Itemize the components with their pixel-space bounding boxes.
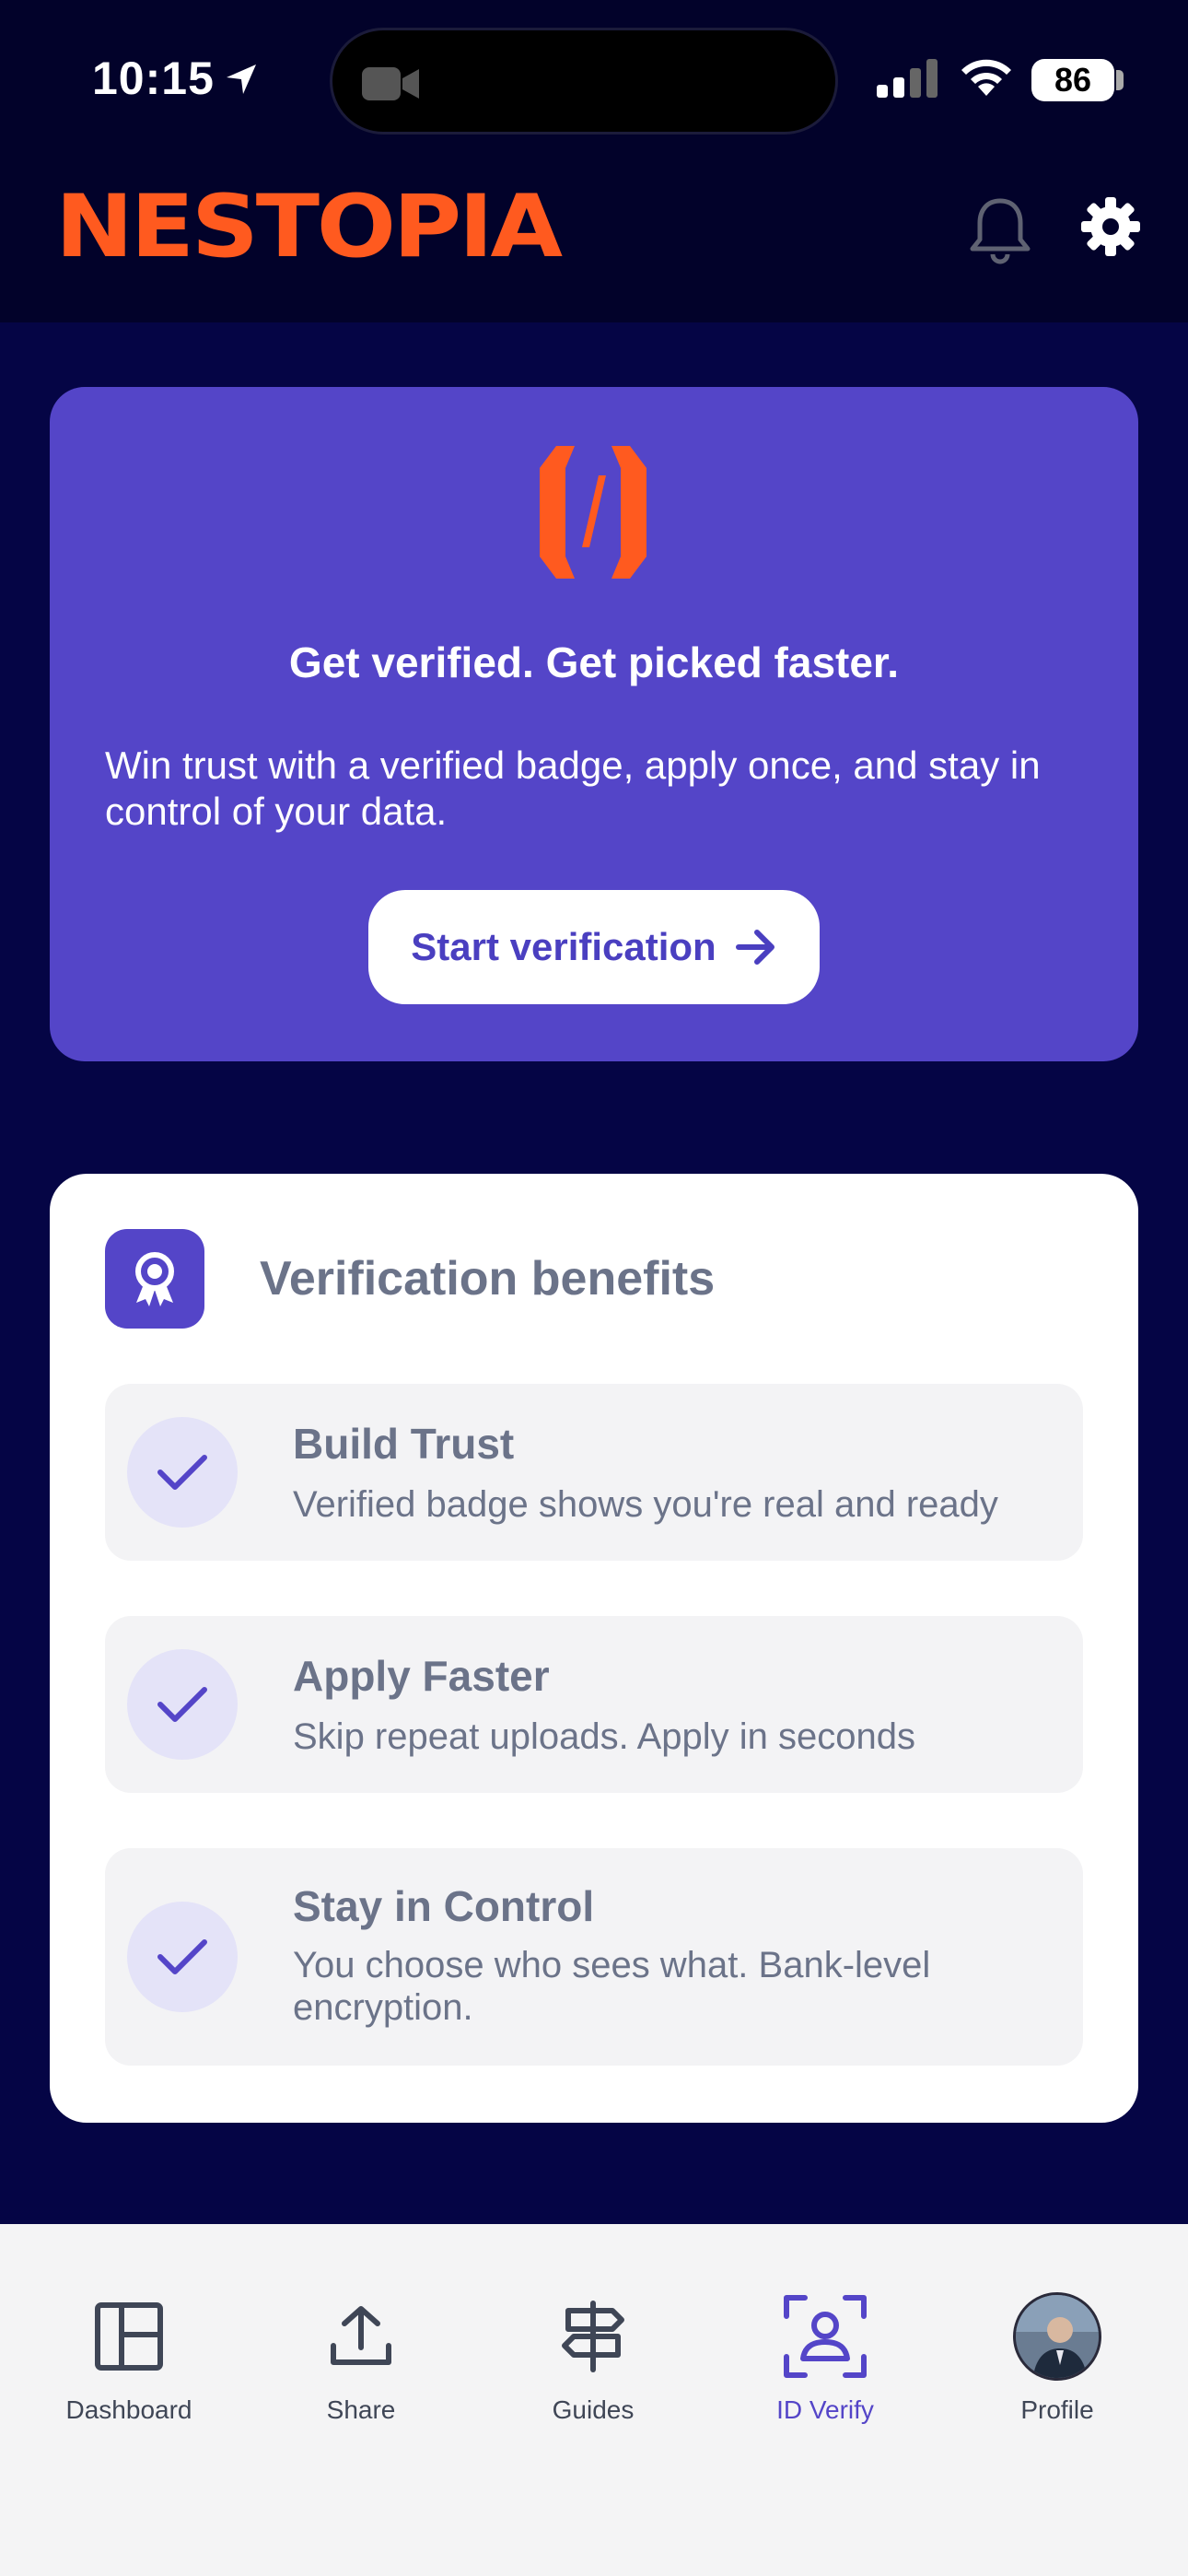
tab-dashboard[interactable]: Dashboard xyxy=(18,2290,239,2425)
brand-mark-icon xyxy=(540,446,646,579)
benefit-item-stay-in-control: Stay in Control You choose who sees what… xyxy=(105,1848,1083,2066)
dashboard-icon xyxy=(95,2302,163,2371)
checkmark-icon xyxy=(157,1939,207,1974)
tab-label: Guides xyxy=(552,2395,635,2424)
bottom-tab-bar: Dashboard Share Guides ID Verify Profile xyxy=(0,2224,1188,2576)
benefit-text: Skip repeat uploads. Apply in seconds xyxy=(293,1716,915,1757)
status-time: 10:15 xyxy=(92,53,215,104)
id-scan-icon xyxy=(784,2295,867,2378)
wifi-icon xyxy=(961,59,1011,96)
tab-share[interactable]: Share xyxy=(250,2290,472,2425)
avatar xyxy=(1013,2292,1101,2381)
cellular-signal-icon xyxy=(877,59,938,98)
dynamic-island xyxy=(330,28,838,135)
arrow-right-icon xyxy=(735,930,775,965)
tab-id-verify[interactable]: ID Verify xyxy=(715,2290,936,2425)
benefit-text: Verified badge shows you're real and rea… xyxy=(293,1484,998,1525)
check-circle xyxy=(127,1649,238,1760)
profile-photo xyxy=(1016,2295,1099,2378)
benefit-name: Apply Faster xyxy=(293,1652,550,1700)
start-verification-button[interactable]: Start verification xyxy=(368,890,820,1004)
verification-hero-card: Get verified. Get picked faster. Win tru… xyxy=(50,387,1138,1061)
benefit-item-apply-faster: Apply Faster Skip repeat uploads. Apply … xyxy=(105,1616,1083,1793)
video-camera-icon xyxy=(362,67,419,100)
benefit-name: Stay in Control xyxy=(293,1882,595,1930)
tab-label: ID Verify xyxy=(776,2395,874,2424)
tab-label: Share xyxy=(326,2395,396,2424)
hero-description: Win trust with a verified badge, apply o… xyxy=(105,744,1041,833)
benefit-text: You choose who sees what. Bank-level enc… xyxy=(293,1945,931,2028)
battery-indicator: 86 xyxy=(1031,59,1114,101)
location-arrow-icon xyxy=(227,64,256,94)
signpost-icon xyxy=(562,2301,624,2372)
check-circle xyxy=(127,1902,238,2012)
battery-cap xyxy=(1116,70,1124,90)
gear-icon[interactable] xyxy=(1081,197,1140,256)
tab-profile[interactable]: Profile xyxy=(947,2290,1168,2425)
top-bar: 10:15 86 NESTOPIA xyxy=(0,0,1188,322)
tab-guides[interactable]: Guides xyxy=(483,2290,704,2425)
upload-icon xyxy=(331,2306,391,2365)
benefit-name: Build Trust xyxy=(293,1420,515,1468)
award-ribbon-icon xyxy=(135,1252,174,1306)
benefit-item-build-trust: Build Trust Verified badge shows you're … xyxy=(105,1384,1083,1561)
bell-icon[interactable] xyxy=(967,195,1033,265)
award-badge xyxy=(105,1229,204,1329)
start-verification-label: Start verification xyxy=(411,925,716,968)
benefits-title: Verification benefits xyxy=(260,1252,716,1306)
verification-benefits-card: Verification benefits Build Trust Verifi… xyxy=(50,1174,1138,2123)
brand-logo: NESTOPIA xyxy=(55,177,563,277)
hero-title: Get verified. Get picked faster. xyxy=(288,638,900,686)
tab-label: Profile xyxy=(1020,2395,1094,2424)
tab-label: Dashboard xyxy=(65,2395,192,2424)
checkmark-icon xyxy=(157,1687,207,1722)
checkmark-icon xyxy=(157,1455,207,1490)
check-circle xyxy=(127,1417,238,1528)
